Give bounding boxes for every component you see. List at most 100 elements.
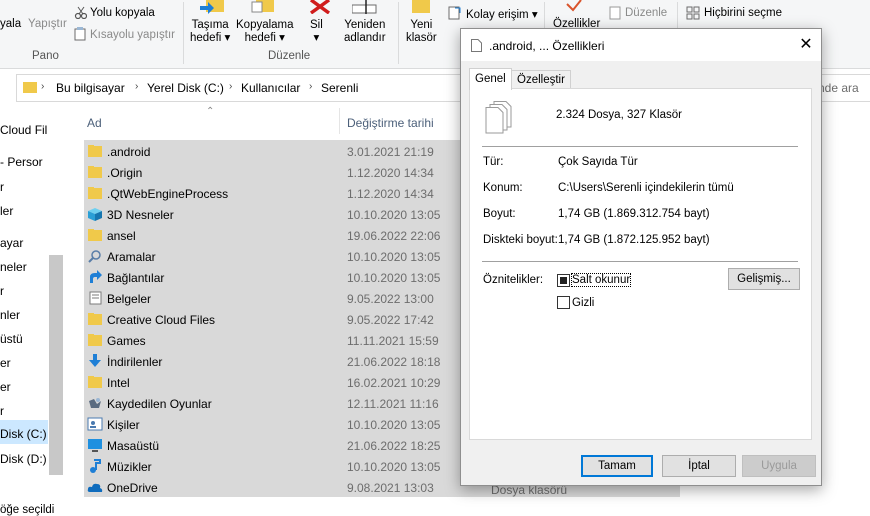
chevron-right-icon[interactable]: ›: [309, 81, 312, 92]
readonly-checkbox[interactable]: [557, 274, 570, 287]
location-label: Konum:: [483, 182, 523, 194]
column-header-date[interactable]: Değiştirme tarihi: [347, 116, 434, 130]
nav-item[interactable]: üstü: [0, 332, 23, 346]
file-name: .Origin: [107, 166, 143, 180]
table-row[interactable]: ansel 19.06.2022 22:06: [84, 225, 464, 246]
nav-item[interactable]: ler: [0, 204, 13, 218]
file-date: 9.08.2021 13:03: [347, 481, 434, 495]
breadcrumb-users[interactable]: Kullanıcılar: [241, 81, 300, 95]
chevron-right-icon[interactable]: ›: [41, 81, 44, 92]
column-header-name[interactable]: Ad: [87, 116, 102, 130]
new-folder-button[interactable]: Yeni klasör: [406, 19, 437, 45]
table-row[interactable]: .android 3.01.2021 21:19: [84, 141, 464, 162]
select-none-button[interactable]: Hiçbirini seçme: [704, 7, 782, 19]
close-icon[interactable]: ✕: [795, 35, 817, 55]
table-row[interactable]: Masaüstü 21.06.2022 18:25: [84, 435, 464, 456]
paste-shortcut-button[interactable]: Kısayolu yapıştır: [90, 29, 175, 41]
properties-check-icon: [566, 0, 582, 12]
copy-path-button[interactable]: Yolu kopyala: [90, 7, 155, 19]
nav-item[interactable]: r: [0, 404, 4, 418]
expand-icon[interactable]: [0, 81, 12, 93]
breadcrumb-this-pc[interactable]: Bu bilgisayar: [56, 81, 125, 95]
folder-icon: [88, 334, 102, 346]
nav-item[interactable]: ayar: [0, 236, 23, 250]
new-folder-icon: [412, 0, 430, 13]
nav-scrollbar[interactable]: [49, 255, 63, 475]
rename-button[interactable]: Yeniden adlandır: [344, 19, 386, 45]
size-value: 1,74 GB (1.869.312.754 bayt): [558, 208, 710, 220]
nav-item[interactable]: neler: [0, 260, 27, 274]
file-name: Bağlantılar: [107, 271, 165, 285]
table-row[interactable]: Creative Cloud Files 9.05.2022 17:42: [84, 309, 464, 330]
chevron-right-icon[interactable]: ›: [229, 81, 232, 92]
ok-button[interactable]: Tamam: [581, 455, 653, 477]
file-date: 16.02.2021 10:29: [347, 376, 441, 390]
table-row[interactable]: Belgeler 9.05.2022 13:00: [84, 288, 464, 309]
edit-button[interactable]: Düzenle: [625, 7, 667, 19]
file-name: ansel: [107, 229, 136, 243]
cancel-button[interactable]: İptal: [662, 455, 736, 477]
properties-dialog: .android, ... Özellikleri ✕ Genel Özelle…: [460, 28, 822, 486]
tab-customize[interactable]: Özelleştir: [511, 70, 571, 89]
folder-icon: [88, 313, 102, 325]
table-row[interactable]: İndirilenler 21.06.2022 18:18: [84, 351, 464, 372]
cube-3d-icon: [88, 208, 102, 221]
folder-icon: [88, 187, 102, 199]
nav-item-disk-d[interactable]: Disk (D:): [0, 452, 47, 466]
table-row[interactable]: .Origin 1.12.2020 14:34: [84, 162, 464, 183]
move-to-button[interactable]: Taşıma hedefi ▾: [190, 19, 230, 45]
nav-item[interactable]: er: [0, 380, 11, 394]
delete-button[interactable]: Sil ▾: [310, 19, 323, 45]
nav-item[interactable]: nler: [0, 308, 20, 322]
nav-item[interactable]: - Persor: [0, 155, 43, 169]
file-name: Creative Cloud Files: [107, 313, 216, 327]
file-date: 10.10.2020 13:05: [347, 250, 441, 264]
file-date: 3.01.2021 21:19: [347, 145, 434, 159]
folder-icon: [88, 376, 102, 388]
table-row[interactable]: Games 11.11.2021 15:59: [84, 330, 464, 351]
file-name: OneDrive: [107, 481, 158, 495]
nav-item[interactable]: Cloud Fil: [0, 123, 47, 137]
paste-shortcut-top[interactable]: Yapıştır: [28, 18, 67, 30]
tab-general[interactable]: Genel: [469, 68, 512, 90]
table-row[interactable]: Intel 16.02.2021 10:29: [84, 372, 464, 393]
table-row[interactable]: Aramalar 10.10.2020 13:05: [84, 246, 464, 267]
select-none-icon: [686, 6, 700, 20]
search-box[interactable]: nde ara: [818, 81, 859, 95]
breadcrumb-local-disk[interactable]: Yerel Disk (C:): [147, 81, 224, 95]
size-label: Boyut:: [483, 208, 516, 220]
file-date: 12.11.2021 11:16: [347, 397, 439, 411]
folder-icon: [23, 82, 37, 93]
table-row[interactable]: Kaydedilen Oyunlar 12.11.2021 11:16: [84, 393, 464, 414]
paste-button-label[interactable]: yala: [0, 18, 21, 30]
chevron-right-icon[interactable]: ›: [135, 81, 138, 92]
disk-size-label: Diskteki boyut:: [483, 234, 558, 246]
hidden-checkbox[interactable]: [557, 296, 570, 309]
table-row[interactable]: 3D Nesneler 10.10.2020 13:05: [84, 204, 464, 225]
nav-item[interactable]: er: [0, 356, 11, 370]
breadcrumb-serenli[interactable]: Serenli: [321, 81, 358, 95]
easy-access-button[interactable]: Kolay erişim ▾: [466, 7, 538, 21]
copy-to-button[interactable]: Kopyalama hedefi ▾: [236, 19, 294, 45]
dialog-title-bar[interactable]: .android, ... Özellikleri ✕: [461, 29, 821, 61]
summary-text: 2.324 Dosya, 327 Klasör: [556, 109, 682, 121]
nav-item[interactable]: r: [0, 284, 4, 298]
advanced-button[interactable]: Gelişmiş...: [728, 268, 800, 290]
apply-button[interactable]: Uygula: [742, 455, 816, 477]
table-row[interactable]: Kişiler 10.10.2020 13:05: [84, 414, 464, 435]
gamepad-icon: [89, 398, 101, 408]
table-row[interactable]: .QtWebEngineProcess 1.12.2020 14:34: [84, 183, 464, 204]
nav-item-local-disk[interactable]: Disk (C:): [0, 427, 47, 441]
desktop-icon: [88, 439, 102, 452]
hidden-label[interactable]: Gizli: [572, 297, 594, 309]
contacts-icon: [87, 417, 103, 431]
rename-icon: [352, 0, 377, 14]
readonly-label[interactable]: Salt okunur: [570, 273, 632, 287]
file-icon: [471, 39, 482, 52]
nav-item[interactable]: r: [0, 180, 4, 194]
table-row[interactable]: Bağlantılar 10.10.2020 13:05: [84, 267, 464, 288]
table-row[interactable]: OneDrive 9.08.2021 13:03: [84, 477, 464, 498]
table-row[interactable]: Müzikler 10.10.2020 13:05: [84, 456, 464, 477]
file-date: 10.10.2020 13:05: [347, 208, 441, 222]
column-divider[interactable]: [339, 108, 340, 134]
